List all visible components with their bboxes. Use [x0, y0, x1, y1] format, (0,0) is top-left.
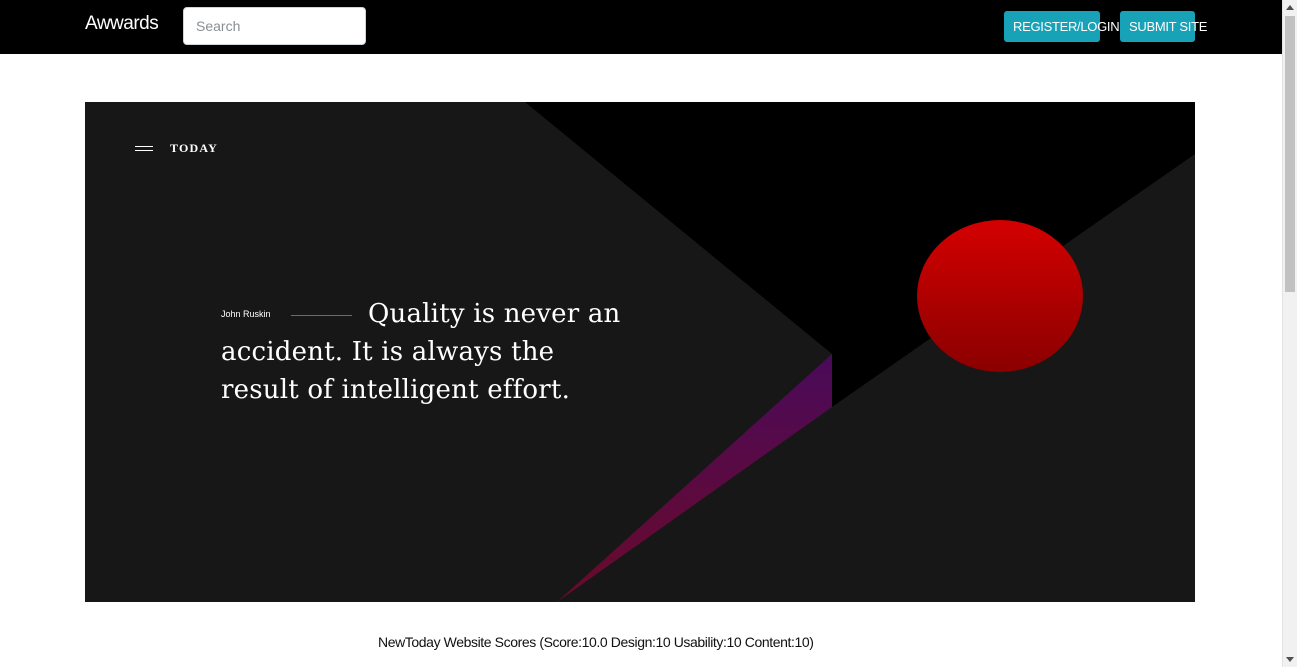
quote-text: Quality is never an accident. It is alwa… [221, 299, 621, 405]
scroll-down-icon[interactable] [1286, 657, 1294, 662]
search-input[interactable] [183, 7, 366, 45]
page-scrollbar[interactable] [1282, 0, 1297, 667]
brand-logo[interactable]: Awwards [85, 13, 159, 35]
red-circle [917, 220, 1083, 372]
scroll-up-icon[interactable] [1286, 5, 1294, 10]
website-scores: NewToday Website Scores (Score:10.0 Desi… [378, 634, 814, 650]
hamburger-icon[interactable] [135, 145, 153, 151]
submit-site-button[interactable]: SUBMIT SITE [1120, 11, 1207, 42]
section-label: TODAY [170, 141, 219, 155]
black-shape [525, 102, 1195, 407]
scroll-thumb[interactable] [1285, 16, 1295, 292]
site-preview-image[interactable]: TODAY John Ruskin Quality is never an ac… [85, 102, 1195, 602]
register-login-button[interactable]: REGISTER/LOGIN [1004, 11, 1120, 42]
top-navbar: Awwards REGISTER/LOGIN SUBMIT SITE [0, 0, 1282, 54]
